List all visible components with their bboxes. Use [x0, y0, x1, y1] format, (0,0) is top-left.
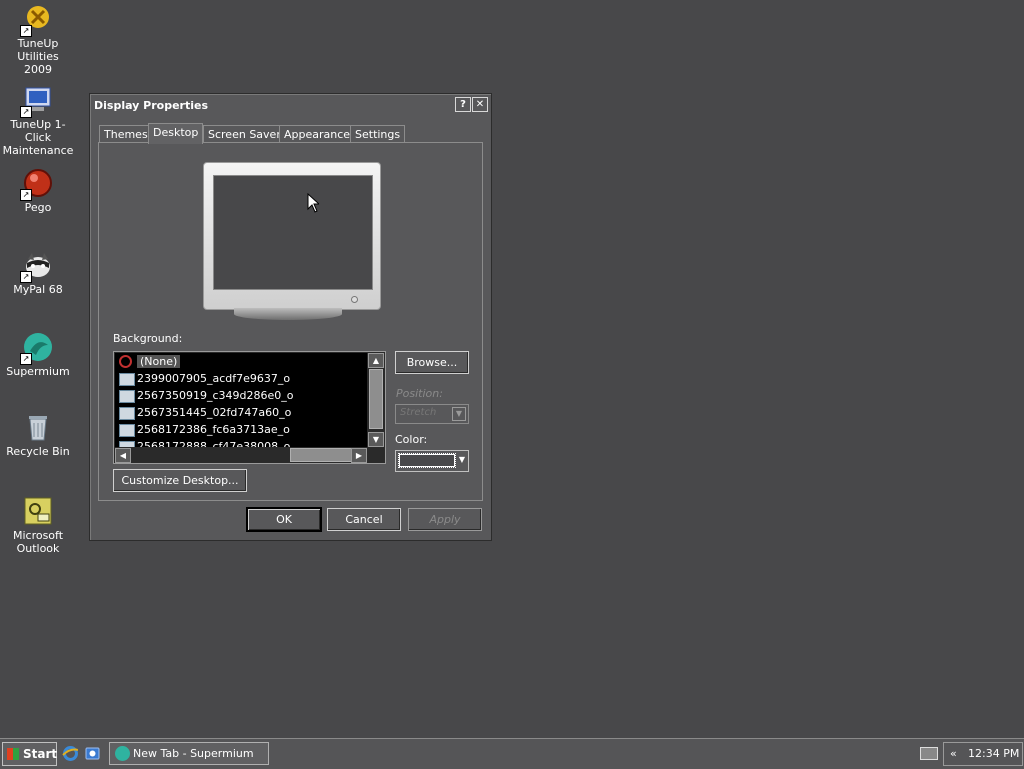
- desktop-icon-label: TuneUp Utilities: [17, 37, 59, 63]
- list-item[interactable]: 2568172888_cf47e38008_o: [115, 438, 367, 447]
- tray-expand-icon[interactable]: «: [950, 743, 957, 765]
- desktop-icon-label: Pego: [24, 201, 52, 214]
- help-button[interactable]: ?: [455, 97, 471, 112]
- desktop-icon-tuneup-1click[interactable]: ↗ TuneUp 1-Click Maintenance: [0, 84, 76, 157]
- monitor-stand: [234, 308, 342, 320]
- keyboard-icon[interactable]: [920, 747, 938, 760]
- pego-icon: ↗: [20, 167, 54, 201]
- window-title: Display Properties: [94, 99, 209, 112]
- tuneup-1click-icon: ↗: [20, 84, 54, 118]
- chevron-down-icon: ▼: [452, 407, 466, 421]
- desktop-icon-tuneup-utilities[interactable]: ↗ TuneUp Utilities 2009: [0, 3, 76, 76]
- desktop-icon-label: TuneUp 1-Click: [10, 118, 66, 144]
- taskbar: Start New Tab - Supermium « 12:34 PM: [0, 738, 1024, 769]
- image-file-icon: [119, 407, 135, 420]
- desktop-icon-label: Supermium: [6, 365, 70, 378]
- desktop-icon-label: Outlook: [16, 542, 60, 555]
- horizontal-scroll-thumb[interactable]: [290, 448, 354, 462]
- desktop-icon-label: Microsoft: [12, 529, 64, 542]
- clock[interactable]: 12:34 PM: [968, 743, 1019, 765]
- desktop-icon-label: 2009: [24, 63, 52, 76]
- monitor-screen-preview: [213, 175, 373, 290]
- background-label: Background:: [113, 332, 183, 345]
- tab-appearance[interactable]: Appearance: [279, 125, 356, 143]
- image-file-icon: [119, 441, 135, 447]
- vertical-scroll-thumb[interactable]: [369, 369, 383, 429]
- position-value: Stretch: [400, 407, 437, 418]
- none-icon: [119, 355, 132, 368]
- desktop-icon-label: Recycle Bin: [6, 445, 70, 458]
- color-swatch: [398, 453, 456, 468]
- image-file-icon: [119, 390, 135, 403]
- list-item[interactable]: 2567351445_02fd747a60_o: [115, 404, 367, 421]
- taskbar-button-supermium[interactable]: New Tab - Supermium: [109, 742, 269, 765]
- desktop-icon-pego[interactable]: ↗ Pego: [0, 167, 76, 214]
- vertical-scrollbar[interactable]: ▲ ▼: [368, 353, 384, 447]
- color-picker-button[interactable]: ▼: [395, 450, 469, 472]
- mypal-icon: ↗: [20, 249, 54, 283]
- image-file-icon: [119, 373, 135, 386]
- supermium-icon: [115, 746, 130, 761]
- scroll-down-icon[interactable]: ▼: [368, 432, 384, 447]
- windows-flag-icon: [7, 748, 19, 760]
- chevron-down-icon: ▼: [458, 455, 465, 464]
- tab-themes[interactable]: Themes: [99, 125, 153, 143]
- display-properties-window: Display Properties ? ✕ Themes Desktop Sc…: [89, 93, 492, 541]
- background-listbox[interactable]: (None) 2399007905_acdf7e9637_o 256735091…: [113, 351, 386, 464]
- outlook-icon: [22, 495, 54, 527]
- mouse-cursor-icon: [307, 193, 319, 213]
- desktop-icon-recycle-bin[interactable]: Recycle Bin: [0, 411, 76, 458]
- monitor-power-led: [351, 296, 358, 303]
- tab-desktop[interactable]: Desktop: [148, 123, 204, 144]
- list-item[interactable]: (None): [115, 353, 367, 370]
- scroll-right-icon[interactable]: ▶: [351, 448, 367, 463]
- desktop-icon-label: Maintenance: [2, 144, 74, 157]
- close-button[interactable]: ✕: [472, 97, 488, 112]
- cancel-button[interactable]: Cancel: [327, 508, 401, 531]
- background-list: (None) 2399007905_acdf7e9637_o 256735091…: [115, 353, 367, 447]
- ok-button[interactable]: OK: [246, 507, 322, 532]
- desktop-icon-mypal[interactable]: ↗ MyPal 68: [0, 249, 76, 296]
- title-bar[interactable]: Display Properties ? ✕: [92, 96, 489, 115]
- scroll-left-icon[interactable]: ◀: [115, 448, 131, 463]
- color-label: Color:: [395, 433, 428, 446]
- desktop-tab-panel: Background: (None) 2399007905_acdf7e9637…: [98, 142, 483, 501]
- tab-screen-saver[interactable]: Screen Saver: [203, 125, 286, 143]
- tuneup-utilities-icon: ↗: [20, 3, 54, 37]
- desktop-icon-outlook[interactable]: Microsoft Outlook: [0, 495, 76, 555]
- desktop-icon-label: MyPal 68: [13, 283, 63, 296]
- apply-button[interactable]: Apply: [408, 508, 482, 531]
- horizontal-scrollbar[interactable]: ◀ ▶: [115, 448, 367, 463]
- list-item[interactable]: 2399007905_acdf7e9637_o: [115, 370, 367, 387]
- browse-button[interactable]: Browse...: [395, 351, 469, 374]
- start-button[interactable]: Start: [2, 742, 57, 766]
- position-select[interactable]: Stretch ▼: [395, 404, 469, 424]
- system-tray: « 12:34 PM: [943, 742, 1023, 766]
- tab-settings[interactable]: Settings: [350, 125, 406, 143]
- desktop-icon-supermium[interactable]: ↗ Supermium: [0, 331, 76, 378]
- list-item[interactable]: 2567350919_c349d286e0_o: [115, 387, 367, 404]
- list-item[interactable]: 2568172386_fc6a3713ae_o: [115, 421, 367, 438]
- recycle-bin-icon: [22, 411, 54, 443]
- internet-explorer-icon[interactable]: [62, 745, 79, 762]
- supermium-icon: ↗: [20, 331, 54, 365]
- scroll-up-icon[interactable]: ▲: [368, 353, 384, 368]
- image-file-icon: [119, 424, 135, 437]
- position-label: Position:: [396, 387, 443, 400]
- show-desktop-icon[interactable]: [84, 745, 101, 762]
- monitor-preview: [203, 162, 381, 310]
- customize-desktop-button[interactable]: Customize Desktop...: [113, 469, 247, 492]
